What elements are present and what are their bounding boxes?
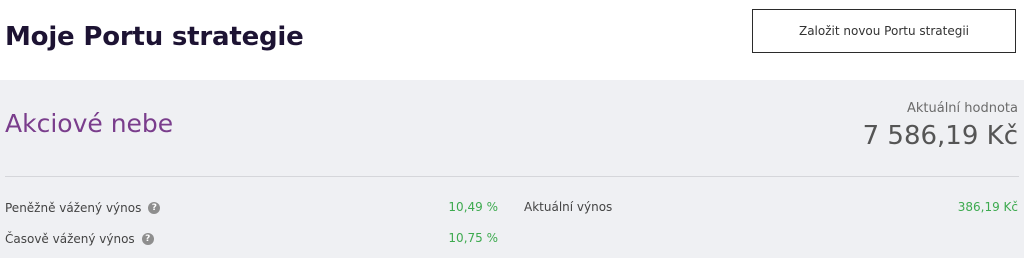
money-weighted-return-value: 10,49 % — [448, 200, 498, 214]
current-return-value: 386,19 Kč — [957, 200, 1018, 214]
current-value-label: Aktuální hodnota — [906, 101, 1018, 116]
strategy-card[interactable]: Akciové nebe Aktuální hodnota 7 586,19 K… — [0, 80, 1024, 258]
help-question-icon[interactable]: ? — [148, 202, 161, 214]
current-return-row: Aktuální výnos — [524, 200, 612, 214]
page-title: Moje Portu strategie — [5, 22, 304, 52]
help-question-icon[interactable]: ? — [141, 233, 154, 245]
time-weighted-return-label: Časově vážený výnos — [5, 232, 135, 246]
money-weighted-return-row: Peněžně vážený výnos ? — [5, 201, 161, 215]
time-weighted-return-value: 10,75 % — [448, 231, 498, 245]
header-bar: Moje Portu strategie Založit novou Portu… — [0, 0, 1024, 80]
current-value-amount: 7 586,19 Kč — [862, 121, 1018, 151]
card-divider — [5, 176, 1019, 177]
page: Moje Portu strategie Založit novou Portu… — [0, 0, 1024, 258]
current-return-label: Aktuální výnos — [524, 200, 613, 214]
money-weighted-return-label: Peněžně vážený výnos — [5, 201, 142, 215]
strategy-name[interactable]: Akciové nebe — [5, 109, 173, 138]
time-weighted-return-row: Časově vážený výnos ? — [5, 232, 154, 246]
new-strategy-button[interactable]: Založit novou Portu strategii — [752, 9, 1016, 53]
